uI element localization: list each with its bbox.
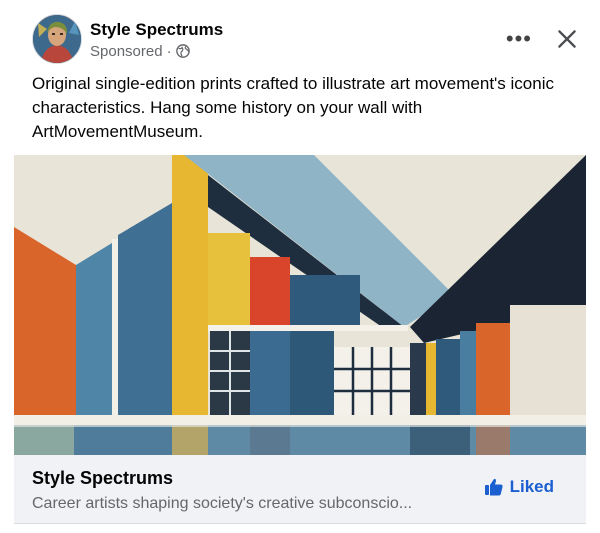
- liked-label: Liked: [509, 477, 554, 496]
- sponsored-post: Style Spectrums Sponsored · ••• Original…: [0, 0, 600, 533]
- thumbs-up-icon: [484, 477, 504, 497]
- sponsored-label[interactable]: Sponsored: [90, 43, 163, 60]
- header-actions: •••: [502, 26, 580, 52]
- sponsored-line: Sponsored ·: [90, 43, 223, 60]
- page-name[interactable]: Style Spectrums: [90, 19, 223, 40]
- more-options-icon[interactable]: •••: [502, 28, 536, 50]
- post-header: Style Spectrums Sponsored · •••: [32, 14, 580, 64]
- cta-description: Career artists shaping society's creativ…: [32, 495, 413, 512]
- liked-button[interactable]: Liked: [484, 477, 554, 497]
- page-avatar[interactable]: [32, 14, 82, 64]
- avatar-image: [33, 15, 81, 63]
- post-meta: Style Spectrums Sponsored ·: [90, 19, 223, 60]
- close-icon[interactable]: [554, 26, 580, 52]
- cta-title[interactable]: Style Spectrums: [32, 468, 173, 489]
- cta-bar[interactable]: Style Spectrums Career artists shaping s…: [14, 455, 586, 524]
- dot-separator: ·: [166, 42, 172, 60]
- globe-icon: [175, 44, 190, 58]
- ad-image[interactable]: [14, 155, 586, 455]
- bauhaus-building-artwork: [14, 155, 586, 455]
- post-caption: Original single-edition prints crafted t…: [32, 74, 554, 141]
